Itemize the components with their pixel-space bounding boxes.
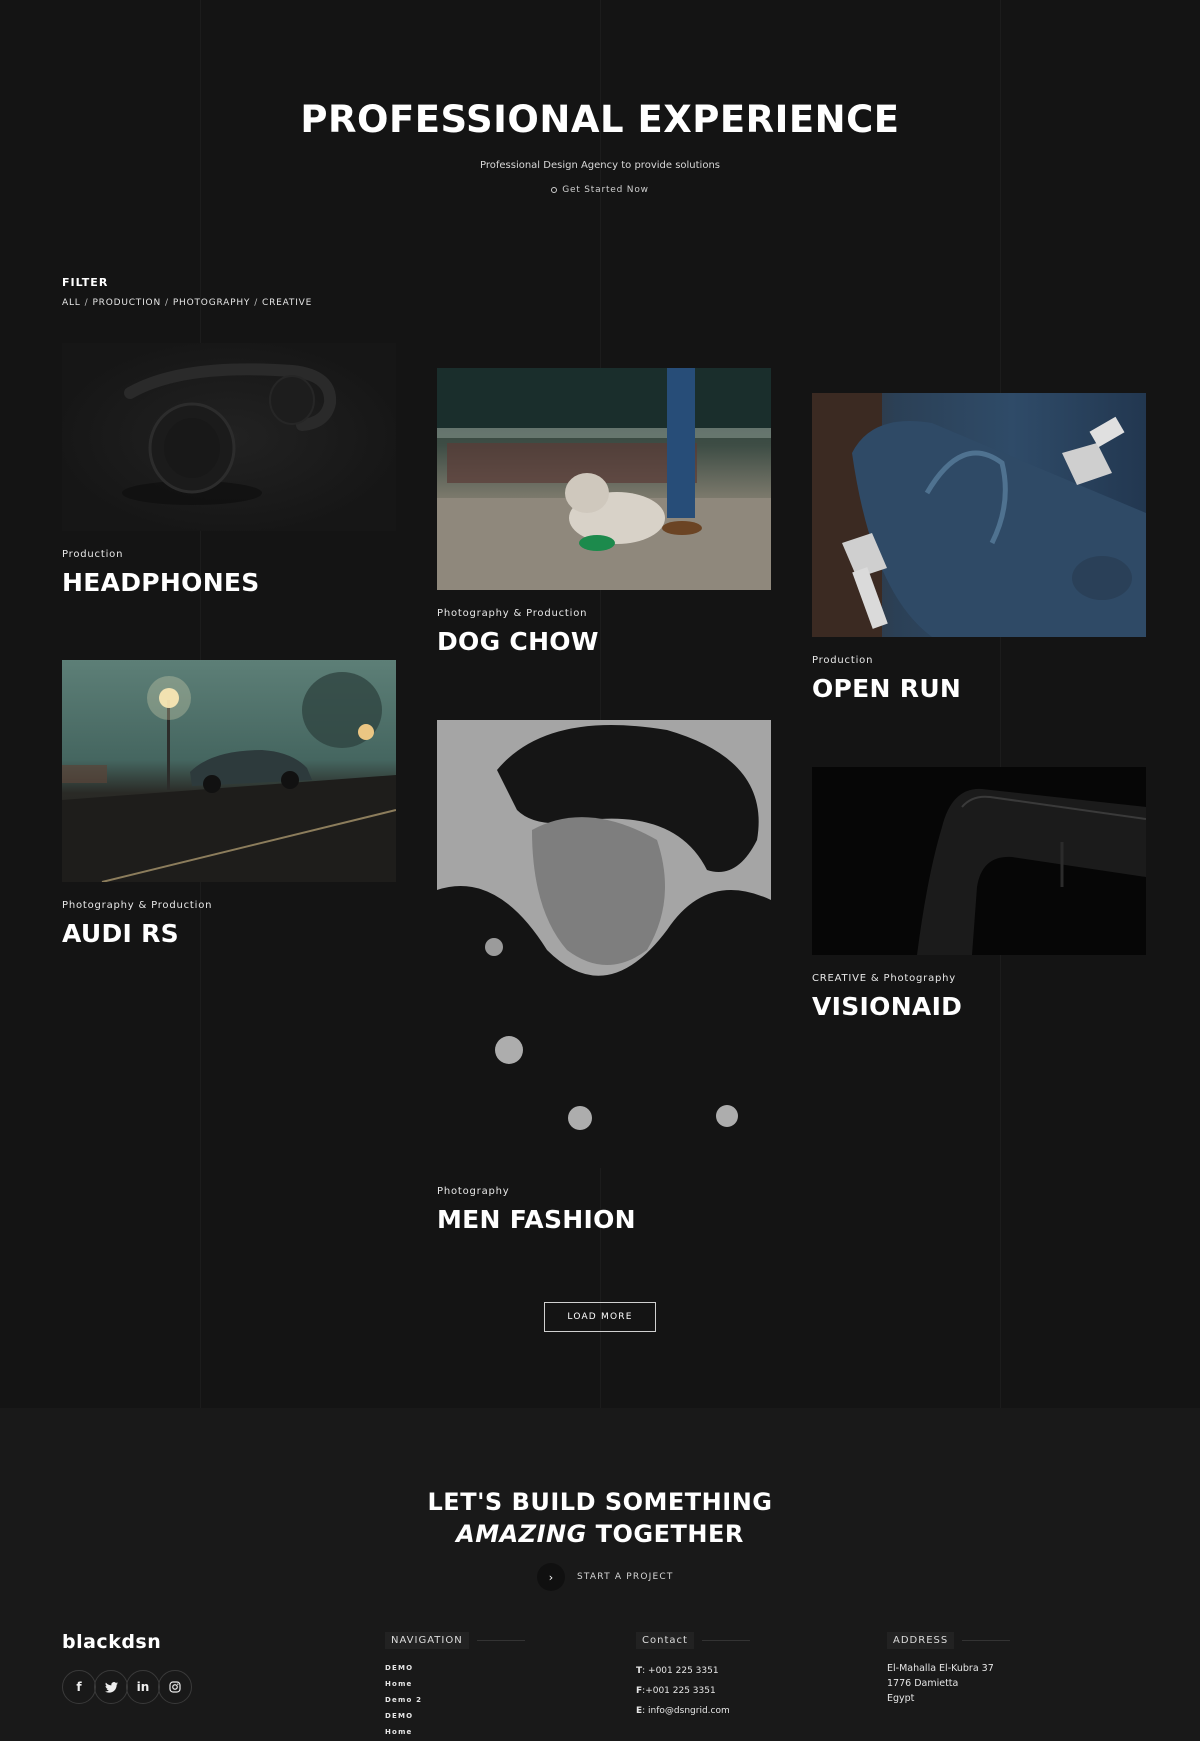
project-category: Production: [62, 549, 124, 560]
project-name: AUDI RS: [62, 919, 179, 948]
cta-emphasis: AMAZING: [456, 1520, 587, 1548]
project-card-men-fashion[interactable]: Photography MEN FASHION: [437, 720, 771, 1234]
project-name: OPEN RUN: [812, 674, 962, 703]
men-fashion-image: [437, 720, 771, 1168]
navigation-title: NAVIGATION: [385, 1632, 469, 1649]
filter-list: ALL / PRODUCTION / PHOTOGRAPHY / CREATIVE: [62, 298, 313, 308]
filter-title: FILTER: [62, 276, 109, 289]
project-card-headphones[interactable]: Production HEADPHONES: [62, 343, 396, 597]
divider: [962, 1640, 1011, 1641]
contact-phone[interactable]: T: +001 225 3351: [636, 1661, 750, 1681]
project-category: Photography & Production: [62, 900, 213, 911]
divider: [476, 1640, 525, 1641]
cta-heading-line1: LET'S BUILD SOMETHING: [427, 1488, 773, 1516]
project-card-open-run[interactable]: Production OPEN RUN: [812, 393, 1146, 703]
portfolio-section: PROFESSIONAL EXPERIENCE Professional Des…: [0, 0, 1200, 1408]
headphones-image: [62, 343, 396, 531]
instagram-icon[interactable]: [158, 1670, 192, 1704]
nav-link[interactable]: Home: [385, 1724, 525, 1740]
dog-chow-image: [437, 368, 771, 590]
contact-title: Contact: [636, 1632, 694, 1649]
divider: [701, 1640, 750, 1641]
nav-link[interactable]: DEMO: [385, 1708, 525, 1724]
chevron-right-icon: ›: [537, 1563, 565, 1591]
visionaid-image: [812, 767, 1146, 955]
filter-creative[interactable]: CREATIVE: [262, 298, 312, 308]
project-category: Photography & Production: [437, 608, 588, 619]
footer-address: ADDRESS El-Mahalla El-Kubra 37 1776 Dami…: [887, 1632, 1011, 1706]
nav-link[interactable]: Home: [385, 1676, 525, 1692]
contact-fax: F:+001 225 3351: [636, 1686, 716, 1696]
address-line: El-Mahalla El-Kubra 37: [887, 1663, 994, 1674]
project-category: Photography: [437, 1186, 510, 1197]
nav-link[interactable]: Demo 2: [385, 1692, 525, 1708]
filter-photography[interactable]: PHOTOGRAPHY: [173, 298, 250, 308]
address-line: Egypt: [887, 1693, 915, 1704]
project-card-dog-chow[interactable]: Photography & Production DOG CHOW: [437, 368, 771, 656]
page-title: PROFESSIONAL EXPERIENCE: [300, 98, 900, 141]
load-more-button[interactable]: LOAD MORE: [544, 1302, 656, 1332]
open-run-image: [812, 393, 1146, 637]
footer-contact: Contact T: +001 225 3351 F:+001 225 3351…: [636, 1632, 750, 1721]
audi-rs-image: [62, 660, 396, 882]
project-category: CREATIVE & Photography: [812, 973, 957, 984]
footer: LET'S BUILD SOMETHING AMAZING TOGETHER ›…: [0, 1408, 1200, 1741]
facebook-icon[interactable]: f: [62, 1670, 96, 1704]
get-started-link[interactable]: Get Started Now: [0, 185, 1200, 195]
filter-all[interactable]: ALL: [62, 298, 81, 308]
project-card-audi-rs[interactable]: Photography & Production AUDI RS: [62, 660, 396, 948]
project-name: MEN FASHION: [437, 1205, 636, 1234]
linkedin-icon[interactable]: in: [126, 1670, 160, 1704]
contact-email[interactable]: E: info@dsngrid.com: [636, 1701, 750, 1721]
circle-icon: [551, 186, 558, 193]
cta-heading-line2: AMAZING TOGETHER: [456, 1520, 744, 1548]
project-name: DOG CHOW: [437, 627, 599, 656]
address-title: ADDRESS: [887, 1632, 955, 1649]
filter-production[interactable]: PRODUCTION: [92, 298, 161, 308]
brand-logo[interactable]: blackdsn: [62, 1631, 161, 1653]
project-category: Production: [812, 655, 874, 666]
project-name: HEADPHONES: [62, 568, 260, 597]
page-subtitle: Professional Design Agency to provide so…: [479, 160, 720, 171]
project-name: VISIONAID: [812, 992, 963, 1021]
twitter-icon[interactable]: [94, 1670, 128, 1704]
project-card-visionaid[interactable]: CREATIVE & Photography VISIONAID: [812, 767, 1146, 1021]
nav-link[interactable]: DEMO: [385, 1660, 525, 1676]
address-line: 1776 Damietta: [887, 1678, 959, 1689]
start-project-button[interactable]: › START A PROJECT: [537, 1563, 674, 1591]
social-links: f in: [62, 1670, 192, 1704]
footer-navigation: NAVIGATION DEMO Home Demo 2 DEMO Home: [385, 1632, 525, 1740]
